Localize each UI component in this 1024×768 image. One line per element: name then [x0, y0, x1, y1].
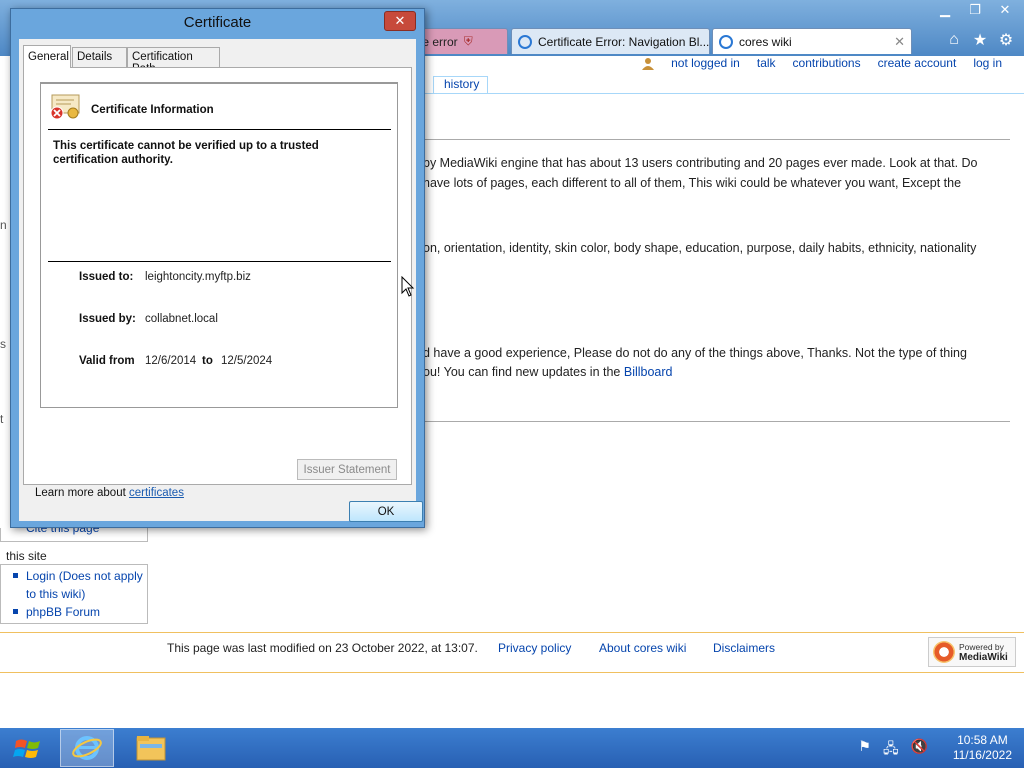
- heading-divider: [420, 139, 1010, 140]
- badge-line: MediaWiki: [959, 651, 1008, 663]
- folder-icon: [136, 736, 166, 761]
- home-icon[interactable]: ⌂: [944, 30, 964, 50]
- mediawiki-logo-icon: [933, 641, 955, 663]
- dialog-close-button[interactable]: ✕: [384, 11, 416, 31]
- certificate-error-icon: [50, 94, 80, 120]
- learn-more-text: Learn more about certificates: [35, 487, 184, 499]
- user-icon: [642, 58, 655, 70]
- not-logged-in-link[interactable]: not logged in: [671, 56, 740, 70]
- browser-toolbar-icons: ⌂ ★ ⚙: [944, 30, 1016, 50]
- settings-gear-icon[interactable]: ⚙: [996, 30, 1016, 50]
- network-icon[interactable]: 🖧: [883, 738, 899, 762]
- disclaimers-link[interactable]: Disclaimers: [713, 641, 775, 655]
- windows-start-icon[interactable]: [8, 734, 48, 764]
- log-in-link[interactable]: log in: [973, 56, 1002, 70]
- tab-certificate-error-navigation[interactable]: Certificate Error: Navigation Bl...: [511, 28, 710, 54]
- list-bullet: [13, 609, 18, 614]
- ok-button[interactable]: OK: [349, 501, 423, 522]
- tab-label: Certificate Error: Navigation Bl...: [538, 34, 710, 49]
- divider: [48, 129, 391, 130]
- footer: This page was last modified on 23 Octobe…: [0, 632, 1024, 673]
- taskbar: ⚑ 🖧 🔇 10:58 AM 11/16/2022: [0, 728, 1024, 768]
- paragraph-line: d have a good experience, Please do not …: [423, 346, 967, 360]
- sidebar-login-link[interactable]: Login (Does not apply: [26, 567, 143, 585]
- window-controls: ▁ ❐ ✕: [930, 0, 1020, 20]
- close-window-button[interactable]: ✕: [990, 0, 1020, 20]
- tab-details[interactable]: Details: [72, 47, 127, 67]
- certificates-link[interactable]: certificates: [129, 487, 184, 499]
- shield-error-icon: ⛨: [463, 34, 473, 48]
- close-tab-icon[interactable]: ✕: [894, 34, 905, 50]
- mouse-cursor-icon: [401, 276, 415, 297]
- last-modified-text: This page was last modified on 23 Octobe…: [167, 641, 478, 655]
- issuer-statement-button[interactable]: Issuer Statement: [297, 459, 397, 480]
- ie-icon: [518, 34, 532, 49]
- certificate-warning-text: This certificate cannot be verified up t…: [53, 140, 319, 166]
- content-border: [420, 93, 1024, 94]
- create-account-link[interactable]: create account: [878, 56, 957, 70]
- issued-by-value: collabnet.local: [145, 313, 218, 325]
- valid-to-label: to: [202, 355, 213, 367]
- paragraph-line: on, orientation, identity, skin color, b…: [423, 241, 977, 255]
- sidebar-fragment: s: [0, 337, 6, 351]
- sidebar-heading-this-site: this site: [6, 549, 47, 563]
- issued-to-label: Issued to:: [79, 271, 134, 283]
- action-center-flag-icon[interactable]: ⚑: [858, 738, 871, 762]
- valid-from-label: Valid from: [79, 355, 135, 367]
- contributions-link[interactable]: contributions: [793, 56, 861, 70]
- general-tab-panel: Certificate Information This certificate…: [23, 67, 412, 499]
- talk-link[interactable]: talk: [757, 56, 776, 70]
- certificate-information-title: Certificate Information: [91, 104, 214, 116]
- paragraph-line: ou! You can find new updates in the Bill…: [423, 363, 673, 382]
- about-link[interactable]: About cores wiki: [599, 641, 686, 655]
- tab-history[interactable]: history: [433, 76, 488, 93]
- sidebar-fragment: t: [0, 412, 4, 426]
- list-bullet: [13, 573, 18, 578]
- system-tray: ⚑ 🖧 🔇: [858, 738, 928, 762]
- badge-line: Powered by: [959, 641, 1004, 652]
- volume-muted-icon[interactable]: 🔇: [911, 738, 928, 762]
- taskbar-clock[interactable]: 10:58 AM 11/16/2022: [953, 733, 1012, 763]
- sidebar-login-link-cont[interactable]: to this wiki): [26, 585, 85, 603]
- sidebar-phpbb-forum-link[interactable]: phpBB Forum: [26, 603, 100, 621]
- clock-time: 10:58 AM: [957, 733, 1008, 747]
- restore-button[interactable]: ❐: [960, 0, 990, 20]
- content-bottom-divider: [420, 421, 1010, 422]
- clock-date: 11/16/2022: [952, 748, 1012, 762]
- ie-logo-icon: [72, 736, 102, 760]
- valid-from-value: 12/6/2014: [145, 355, 197, 367]
- tab-certificate-error[interactable]: te error ⛨: [412, 28, 508, 54]
- sidebar-fragment: n: [0, 218, 7, 232]
- divider: [48, 261, 391, 262]
- paragraph-line: have lots of pages, each different to al…: [423, 176, 962, 190]
- tab-certification-path[interactable]: Certification Path: [127, 47, 220, 75]
- tab-general[interactable]: General: [23, 45, 71, 68]
- tab-cores-wiki[interactable]: cores wiki ✕: [712, 28, 912, 54]
- tab-label: cores wiki: [739, 34, 792, 49]
- file-explorer-icon[interactable]: [124, 729, 178, 767]
- privacy-policy-link[interactable]: Privacy policy: [498, 641, 571, 655]
- internet-explorer-icon[interactable]: [60, 729, 114, 767]
- minimize-button[interactable]: ▁: [930, 0, 960, 20]
- personal-links: not logged in talk contributions create …: [642, 56, 1002, 70]
- favorites-star-icon[interactable]: ★: [970, 30, 990, 50]
- certificate-information-box: Certificate Information This certificate…: [40, 82, 398, 408]
- billboard-link[interactable]: Billboard: [624, 365, 673, 379]
- badge-text: Powered by MediaWiki: [959, 642, 1008, 663]
- paragraph-text: ou! You can find new updates in the: [423, 365, 624, 379]
- dialog-title: Certificate: [183, 14, 252, 31]
- dialog-body: General Details Certification Path Certi…: [19, 39, 423, 522]
- paragraph-line: by MediaWiki engine that has about 13 us…: [423, 156, 978, 170]
- issued-by-label: Issued by:: [79, 313, 136, 325]
- issued-to-value: leightoncity.myftp.biz: [145, 271, 251, 283]
- learn-more-label: Learn more about: [35, 487, 129, 499]
- certificate-dialog: Certificate ✕ General Details Certificat…: [10, 8, 425, 528]
- ie-icon: [719, 34, 733, 49]
- valid-to-value: 12/5/2024: [221, 355, 273, 367]
- powered-by-mediawiki-badge[interactable]: Powered by MediaWiki: [928, 637, 1016, 667]
